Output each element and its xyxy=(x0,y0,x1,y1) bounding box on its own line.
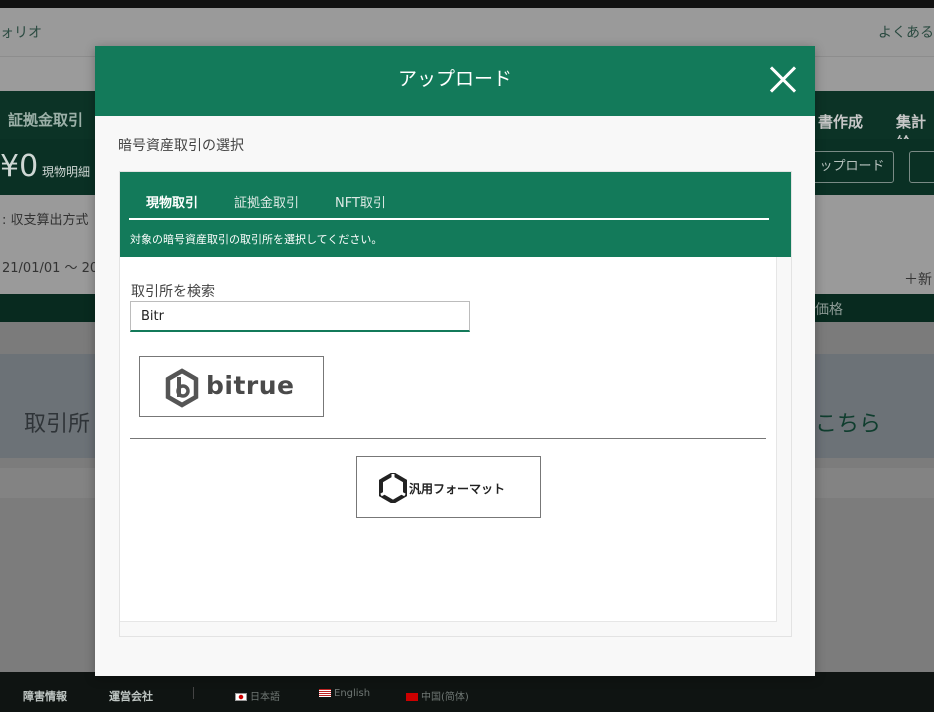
generic-format-label: 汎用フォーマット xyxy=(409,482,506,496)
exchange-panel: 現物取引 証拠金取引 NFT取引 対象の暗号資産取引の取引所を選択してください。… xyxy=(119,171,792,637)
panel-instruction: 対象の暗号資産取引の取引所を選択してください。 xyxy=(130,233,383,246)
calc-method-text: : 収支算出方式 xyxy=(2,213,89,228)
us-flag-icon xyxy=(319,689,331,697)
lang-en-label: English xyxy=(334,688,371,699)
footer: 障害情報 運営会社 日本語 English 中国(简体) xyxy=(0,672,934,712)
tab-spot[interactable]: 現物取引 xyxy=(146,192,198,211)
results-divider xyxy=(130,438,766,439)
date-range-text: 21/01/01 〜 20 xyxy=(2,261,99,276)
exchange-card-bitrue[interactable]: bitrue xyxy=(139,356,324,417)
tab-margin[interactable]: 証拠金取引 xyxy=(234,192,299,211)
header-portfolio-link: ォリオ xyxy=(0,25,42,41)
section-label: 暗号資産取引の選択 xyxy=(118,138,244,154)
banner-left-text: 取引所 xyxy=(24,412,91,437)
banner-right-text: こちら xyxy=(815,412,882,437)
upload-modal: アップロード 暗号資産取引の選択 現物取引 証拠金取引 NFT取引 対象の暗号資… xyxy=(95,46,815,676)
exchange-search-input[interactable] xyxy=(130,301,470,332)
lang-ja[interactable]: 日本語 xyxy=(235,688,280,703)
footer-outage-link[interactable]: 障害情報 xyxy=(23,688,67,704)
panel-body: 取引所を検索 bitrue 汎用フォーマット xyxy=(120,257,777,622)
bitrue-logo-icon xyxy=(165,368,199,408)
spot-details-label: 現物明細 xyxy=(42,165,91,179)
background-upload-button: ップロード xyxy=(810,151,894,183)
background-secondary-button xyxy=(909,151,934,183)
lang-en[interactable]: English xyxy=(319,688,370,699)
tab-underline xyxy=(129,218,769,220)
panel-header: 現物取引 証拠金取引 NFT取引 対象の暗号資産取引の取引所を選択してください。 xyxy=(120,172,791,257)
china-flag-icon xyxy=(406,693,418,701)
header-faq-link: よくある xyxy=(878,25,934,41)
nav-report: 書作成 xyxy=(818,113,864,131)
price-column-header: 価格 xyxy=(815,302,843,318)
generic-format-button[interactable]: 汎用フォーマット xyxy=(356,456,541,518)
search-label: 取引所を検索 xyxy=(131,284,215,300)
nav-margin-trading: 証拠金取引 xyxy=(8,111,84,129)
close-icon[interactable] xyxy=(767,64,799,96)
generic-format-icon xyxy=(379,473,407,503)
tab-nft[interactable]: NFT取引 xyxy=(335,192,386,211)
modal-header: アップロード xyxy=(95,46,815,116)
footer-divider xyxy=(193,687,194,699)
lang-zh[interactable]: 中国(简体) xyxy=(406,688,469,703)
lang-ja-label: 日本語 xyxy=(250,692,280,703)
bitrue-wordmark: bitrue xyxy=(206,371,295,400)
total-amount: ¥0 xyxy=(0,149,39,184)
modal-title: アップロード xyxy=(397,68,512,90)
top-strip xyxy=(0,0,934,8)
add-new-link: ＋新 xyxy=(904,272,932,288)
footer-company-link[interactable]: 運営会社 xyxy=(109,688,153,704)
lang-zh-label: 中国(简体) xyxy=(421,692,469,703)
japan-flag-icon xyxy=(235,693,247,701)
